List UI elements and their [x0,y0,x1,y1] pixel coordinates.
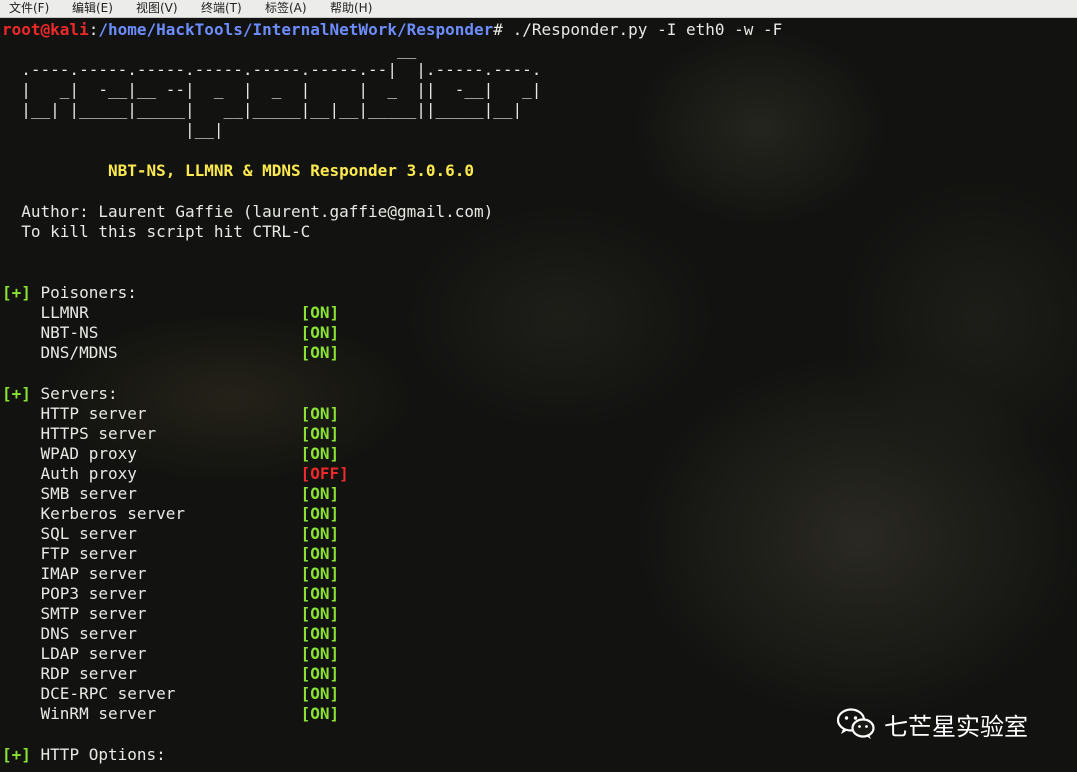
menu-edit[interactable]: 编辑(E) [72,0,113,17]
status-badge: [ON] [300,584,340,603]
status-row: LLMNR [ON] [2,303,340,323]
section-poisoners: [+] Poisoners: [2,283,137,303]
prompt-path: /home/HackTools/InternalNetWork/Responde… [98,20,494,39]
section-marker: [+] [2,384,31,403]
status-row: DCE-RPC server [ON] [2,684,340,704]
status-label: SMTP server [2,604,301,623]
status-badge: [ON] [300,303,340,322]
prompt-line: root@kali:/home/HackTools/InternalNetWor… [2,20,782,40]
status-badge: [ON] [300,444,340,463]
status-row: WPAD proxy [ON] [2,444,340,464]
status-badge: [ON] [300,424,340,443]
status-row: SMTP server [ON] [2,604,340,624]
status-label: NBT-NS [2,323,301,342]
section-marker: [+] [2,745,31,764]
prompt-separator: : [88,20,99,39]
status-row: POP3 server [ON] [2,584,340,604]
status-row: WinRM server [ON] [2,704,340,724]
status-label: DNS server [2,624,301,643]
watermark-text: 七芒星实验室 [884,712,1028,741]
status-badge: [ON] [300,404,340,423]
menu-file[interactable]: 文件(F) [9,0,49,17]
prompt-symbol: # [493,20,503,39]
status-label: WinRM server [2,704,301,723]
status-row: FTP server [ON] [2,544,340,564]
watermark: 七芒星实验室 [836,706,1028,742]
status-row: NBT-NS [ON] [2,323,340,343]
status-row: Auth proxy [OFF] [2,464,349,484]
status-label: FTP server [2,544,301,563]
section-marker: [+] [2,283,31,302]
menu-bar: 文件(F) 编辑(E) 视图(V) 终端(T) 标签(A) 帮助(H) [0,0,1077,18]
status-label: IMAP server [2,564,301,583]
status-label: SQL server [2,524,301,543]
wechat-icon [836,708,875,739]
status-label: SMB server [2,484,301,503]
menu-tabs[interactable]: 标签(A) [265,0,307,17]
status-label: LDAP server [2,644,301,663]
status-badge: [ON] [300,664,340,683]
command-text: ./Responder.py -I eth0 -w -F [502,20,783,39]
status-label: HTTPS server [2,424,301,443]
status-badge: [ON] [300,524,340,543]
author-line: Author: Laurent Gaffie (laurent.gaffie@g… [2,202,494,221]
status-label: DNS/MDNS [2,343,301,362]
section-servers: [+] Servers: [2,384,118,404]
banner-line: | _| -__|__ --| _ | _ | | _ || -__| _| [2,80,542,99]
status-label: WPAD proxy [2,444,301,463]
banner-line: __ [2,40,417,59]
status-label: DCE-RPC server [2,684,301,703]
status-badge: [ON] [300,624,340,643]
status-badge: [ON] [300,343,340,362]
status-label: POP3 server [2,584,301,603]
status-badge: [ON] [300,644,340,663]
status-badge: [ON] [300,484,340,503]
section-title: HTTP Options: [30,745,166,764]
status-row: DNS server [ON] [2,624,340,644]
banner-line: |__| [2,120,224,139]
status-row: IMAP server [ON] [2,564,340,584]
status-badge: [ON] [300,604,340,623]
section-http-options: [+] HTTP Options: [2,745,166,765]
terminal-output[interactable]: root@kali:/home/HackTools/InternalNetWor… [0,18,1077,772]
status-badge: [ON] [300,684,340,703]
banner-line: |__| |_____|_____| __|_____|__|__|_____|… [2,100,523,119]
status-row: SQL server [ON] [2,524,340,544]
status-row: HTTPS server [ON] [2,424,340,444]
prompt-user: root@kali [2,20,89,39]
menu-view[interactable]: 视图(V) [136,0,178,17]
status-row: DNS/MDNS [ON] [2,343,340,363]
section-title: Servers: [30,384,118,403]
status-label: Auth proxy [2,464,301,483]
menu-terminal[interactable]: 终端(T) [201,0,242,17]
status-label: LLMNR [2,303,301,322]
status-row: RDP server [ON] [2,664,340,684]
menu-help[interactable]: 帮助(H) [330,0,372,17]
status-badge: [ON] [300,564,340,583]
status-badge: [ON] [300,704,340,723]
status-label: Kerberos server [2,504,301,523]
status-badge: [ON] [300,323,340,342]
status-row: HTTP server [ON] [2,404,340,424]
section-title: Poisoners: [30,283,137,302]
status-badge-off: [OFF] [300,464,349,483]
status-label: RDP server [2,664,301,683]
kill-hint: To kill this script hit CTRL-C [2,222,311,241]
status-badge: [ON] [300,544,340,563]
status-row: Kerberos server [ON] [2,504,340,524]
status-label: HTTP server [2,404,301,423]
banner-line: .----.-----.-----.-----.-----.-----.--| … [2,60,542,79]
status-row: LDAP server [ON] [2,644,340,664]
responder-title: NBT-NS, LLMNR & MDNS Responder 3.0.6.0 [2,161,475,180]
status-badge: [ON] [300,504,340,523]
status-row: SMB server [ON] [2,484,340,504]
